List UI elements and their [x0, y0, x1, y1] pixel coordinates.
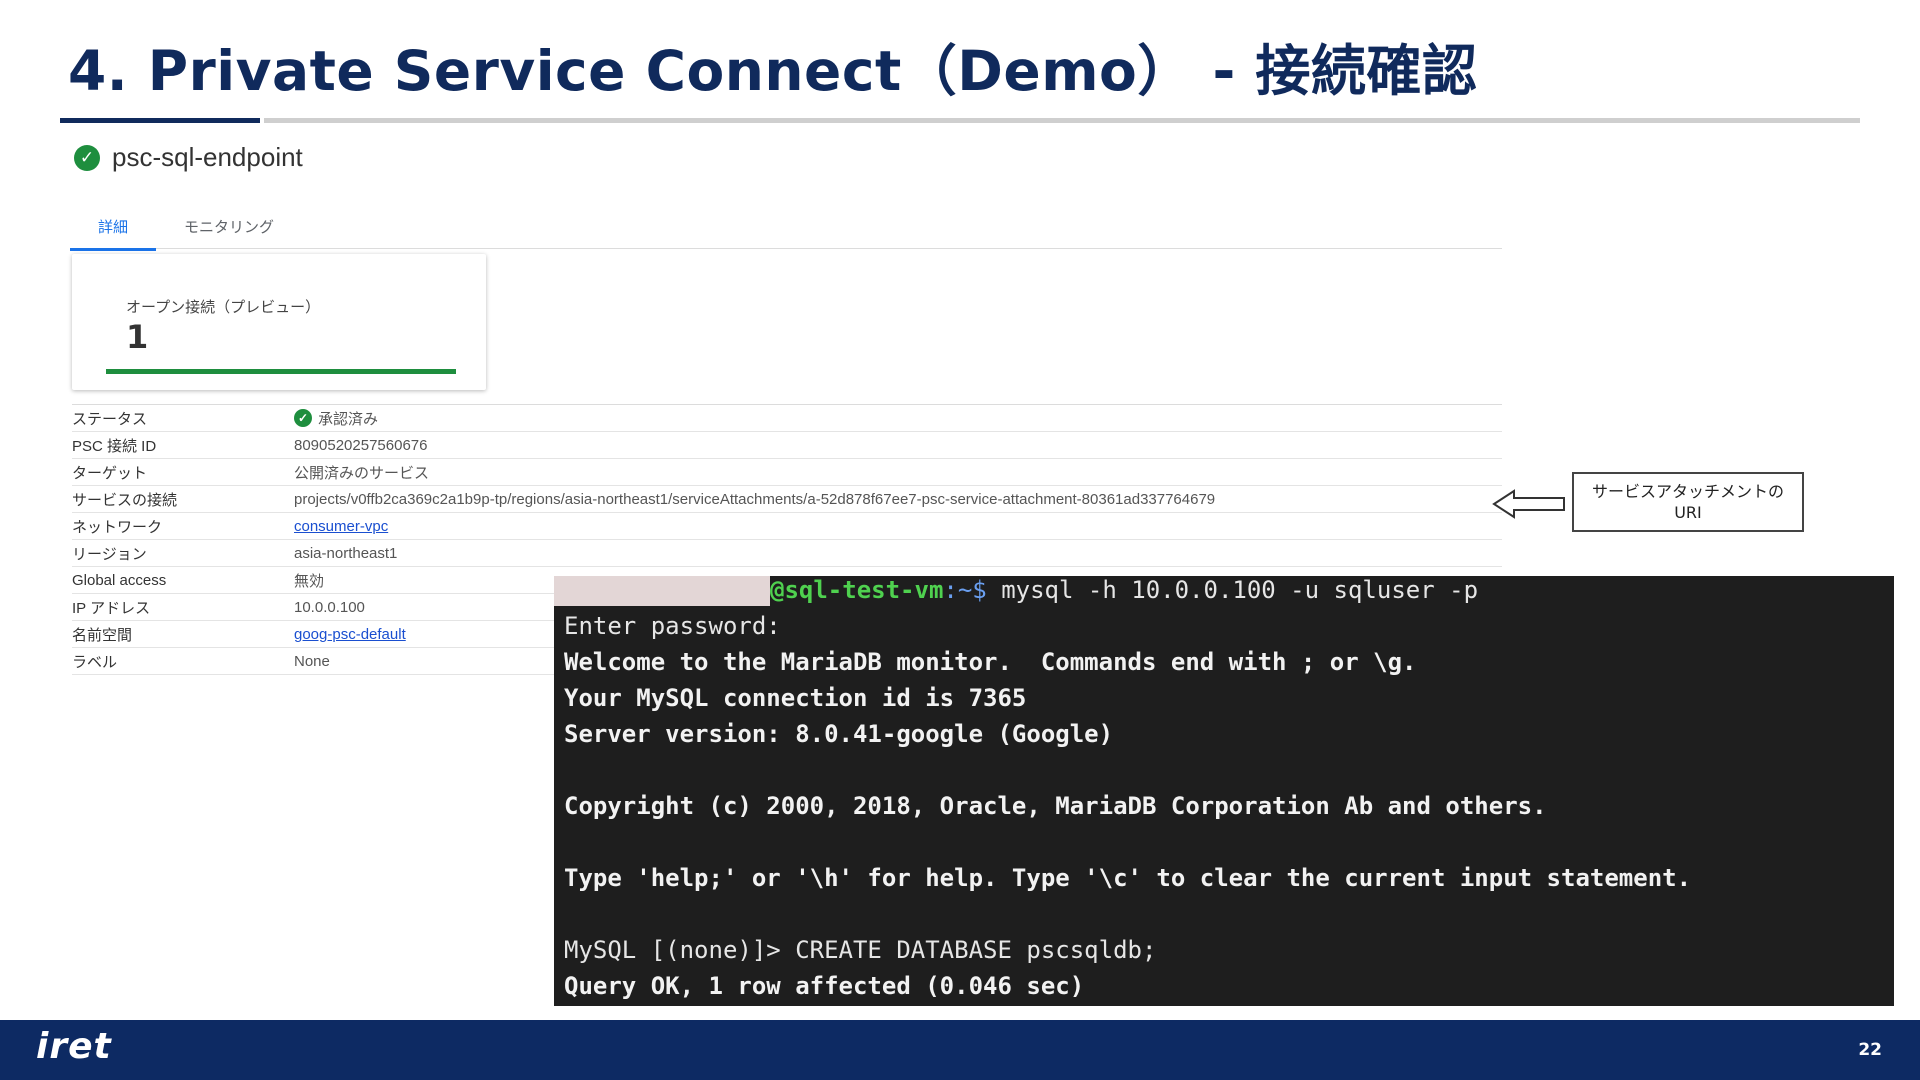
iret-logo: iret	[36, 1026, 112, 1067]
status-text: 承認済み	[318, 410, 379, 428]
footer-bar: iret 22	[0, 1020, 1920, 1080]
check-circle-icon: ✓	[294, 409, 312, 427]
property-value: ✓ 承認済み	[294, 408, 378, 429]
check-circle-icon: ✓	[74, 144, 100, 171]
property-value: asia-northeast1	[294, 544, 398, 562]
prompt-command: mysql -h 10.0.0.100 -u sqluser -p	[986, 576, 1479, 604]
tab-details[interactable]: 詳細	[70, 210, 157, 251]
property-value: 無効	[294, 572, 325, 590]
open-connections-card: オープン接続（プレビュー） 1	[72, 254, 486, 390]
metric-label: オープン接続（プレビュー）	[126, 298, 321, 316]
property-key: ターゲット	[72, 464, 148, 482]
property-key: ネットワーク	[72, 518, 163, 536]
uri-callout: サービスアタッチメントの URI	[1572, 472, 1804, 532]
metric-bar	[106, 369, 456, 374]
metric-value: 1	[126, 318, 149, 356]
callout-line2: URI	[1674, 503, 1702, 522]
property-row: ネットワーク consumer-vpc	[72, 513, 1502, 540]
redacted-username	[554, 576, 770, 606]
terminal-line: Server version: 8.0.41-google (Google)	[564, 720, 1114, 748]
slide-title: 4. Private Service Connect（Demo） - 接続確認	[68, 39, 1478, 103]
title-divider-accent	[60, 118, 260, 123]
property-row: サービスの接続 projects/v0ffb2ca369c2a1b9p-tp/re…	[72, 486, 1502, 513]
property-row: PSC 接続 ID 80905202575606​76	[72, 432, 1502, 459]
terminal-line: Welcome to the MariaDB monitor. Commands…	[564, 648, 1417, 676]
property-key: IP アドレス	[72, 599, 151, 617]
property-key: PSC 接続 ID	[72, 437, 157, 455]
property-row: ステータス ✓ 承認済み	[72, 405, 1502, 432]
prompt-path: :~$	[943, 576, 987, 604]
left-arrow-icon	[1492, 489, 1565, 519]
prompt-host: @sql-test-vm	[770, 576, 944, 604]
terminal-line: Enter password:	[564, 612, 781, 640]
title-divider	[264, 118, 1860, 123]
property-value: None	[294, 652, 330, 670]
property-value: 80905202575606​76	[294, 436, 428, 454]
property-key: ステータス	[72, 410, 148, 428]
property-row: リージョン asia-northeast1	[72, 540, 1502, 567]
property-key: サービスの接続	[72, 491, 178, 509]
property-key: リージョン	[72, 545, 147, 563]
terminal-line: Copyright (c) 2000, 2018, Oracle, MariaD…	[564, 792, 1547, 820]
prompt-line: @sql-test-vm:~$ mysql -h 10.0.0.100 -u s…	[770, 576, 1478, 604]
terminal-window: @sql-test-vm:~$ mysql -h 10.0.0.100 -u s…	[554, 576, 1894, 1006]
tab-monitoring[interactable]: モニタリング	[156, 210, 302, 248]
terminal-line: MySQL [(none)]> CREATE DATABASE pscsqldb…	[564, 936, 1157, 964]
metric-bar-fill	[106, 369, 456, 374]
property-key: 名前空間	[72, 626, 133, 644]
property-key: ラベル	[72, 653, 118, 671]
property-value[interactable]: consumer-vpc	[294, 518, 388, 535]
callout-line1: サービスアタッチメントの	[1591, 482, 1784, 501]
terminal-line: Query OK, 1 row affected (0.046 sec)	[564, 972, 1085, 1000]
endpoint-header: ✓ psc-sql-endpoint	[74, 142, 303, 173]
tab-bar: 詳細 モニタリング	[70, 210, 1502, 251]
terminal-line: Type 'help;' or '\h' for help. Type '\c'…	[564, 864, 1692, 892]
property-value[interactable]: goog-psc-default	[294, 626, 406, 643]
property-row: ターゲット 公開済みのサービス	[72, 459, 1502, 486]
endpoint-name: psc-sql-endpoint	[112, 142, 303, 172]
property-key: Global access	[72, 571, 167, 589]
property-value: 10.0.0.100	[294, 598, 365, 616]
page-number: 22	[1858, 1040, 1882, 1060]
property-value: projects/v0ffb2ca369c2a1b9p-tp/regions/a…	[294, 490, 1216, 508]
property-value: 公開済みのサービス	[294, 464, 430, 482]
terminal-line: Your MySQL connection id is 7365	[564, 684, 1027, 712]
